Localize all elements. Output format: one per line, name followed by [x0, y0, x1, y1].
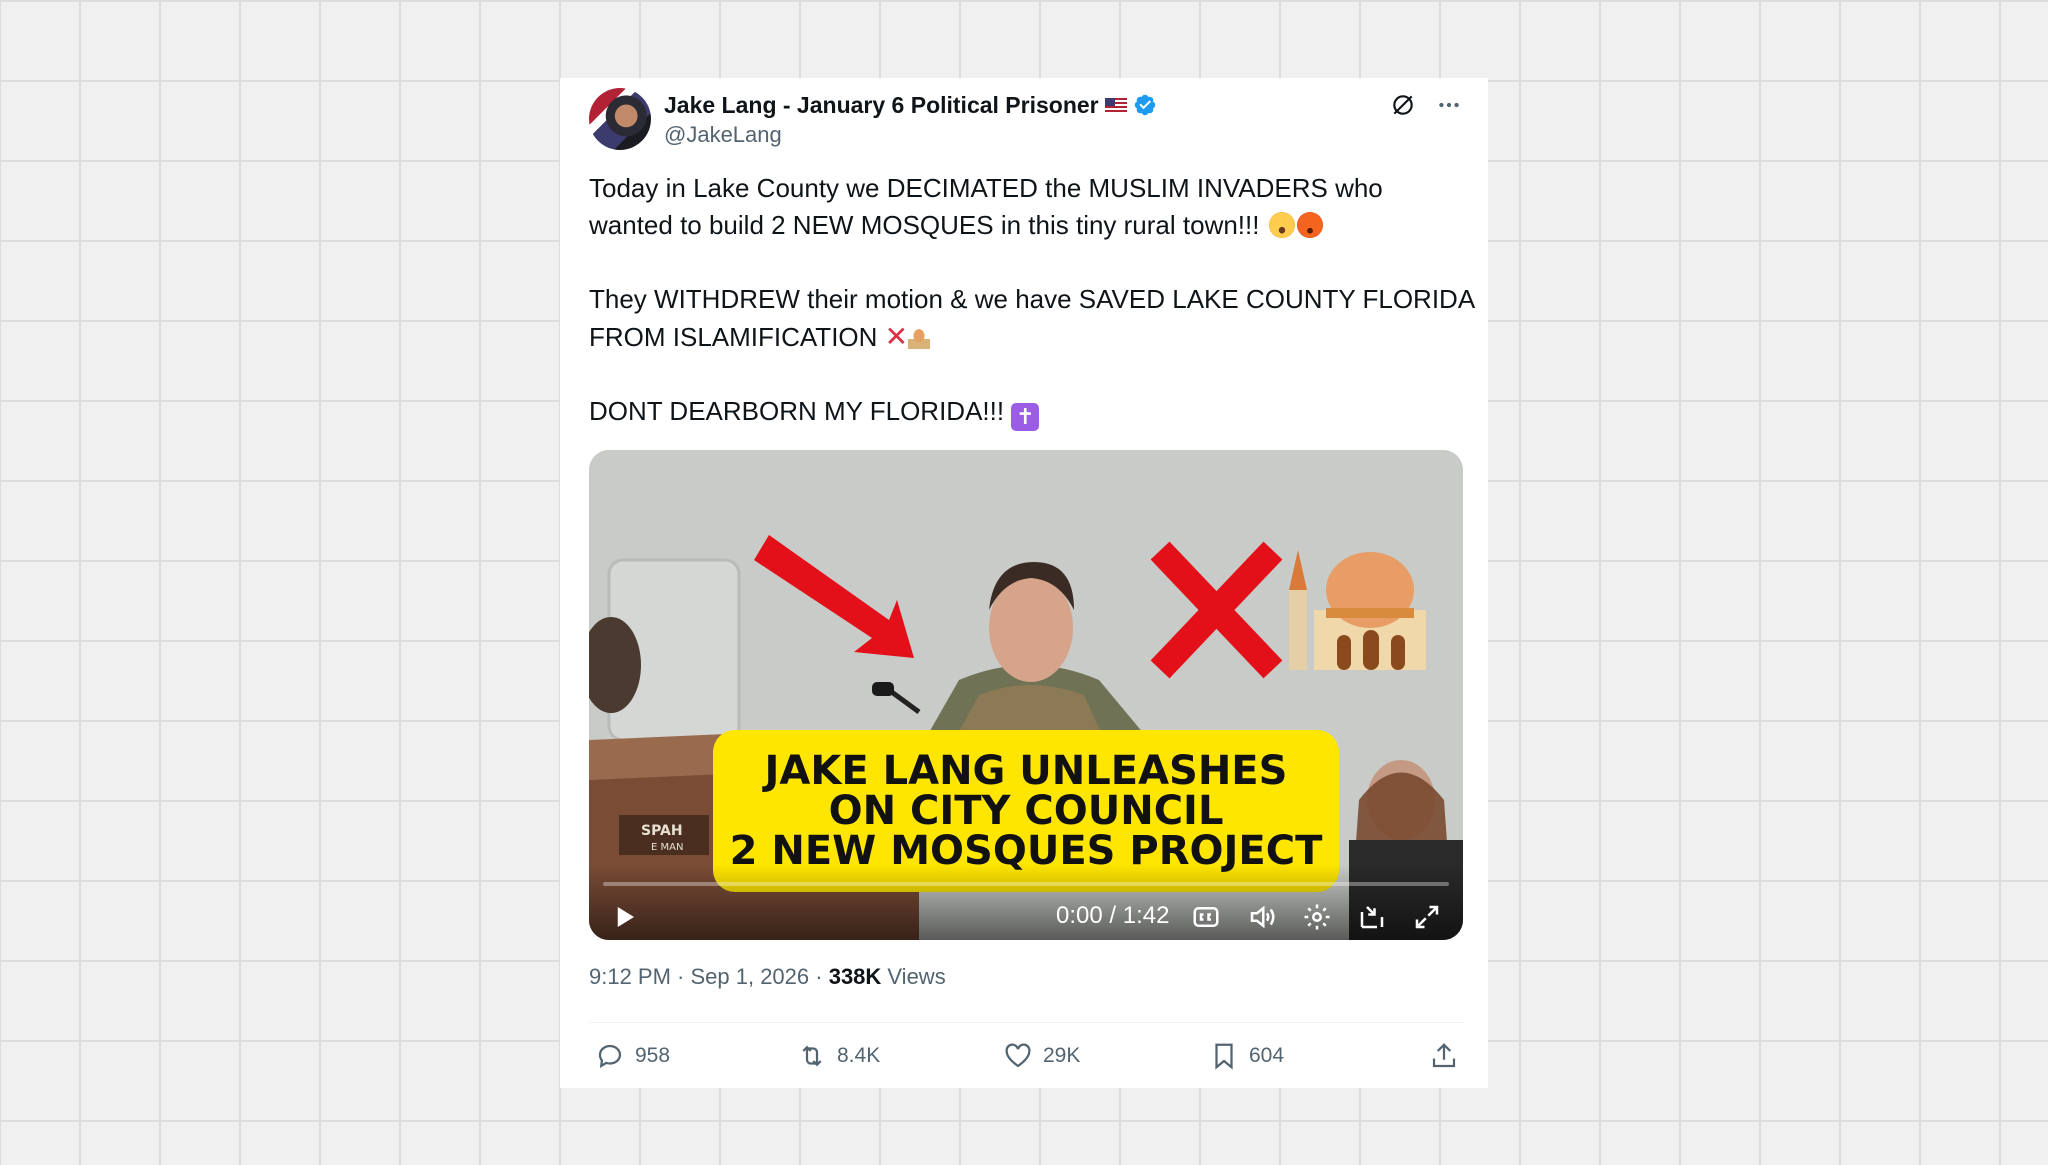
tweet-line: FROM ISLAMIFICATION: [589, 322, 878, 352]
video-progress-bar[interactable]: [603, 882, 1449, 886]
repost-icon: [802, 1045, 822, 1067]
red-x-emoji-icon: ✕: [884, 321, 909, 352]
repost-count: 8.4K: [837, 1044, 881, 1067]
grok-icon[interactable]: [1388, 90, 1418, 120]
settings-icon[interactable]: [1302, 902, 1332, 932]
captions-icon[interactable]: [1191, 902, 1221, 932]
tweet-line: DONT DEARBORN MY FLORIDA!!!: [589, 396, 1005, 426]
tweet-paragraph: They WITHDREW their motion & we have SAV…: [589, 281, 1475, 356]
repost-button[interactable]: 8.4K: [797, 1041, 880, 1071]
fullscreen-icon[interactable]: [1412, 902, 1442, 932]
tweet-meta: 9:12 PM · Sep 1, 2026 · 338K Views: [589, 964, 946, 990]
video-time: 0:00 / 1:42: [1056, 902, 1170, 929]
reply-icon: [598, 1044, 622, 1069]
pip-icon[interactable]: [1357, 902, 1387, 932]
tweet-line: They WITHDREW their motion & we have SAV…: [589, 284, 1476, 314]
verified-badge-icon: [1134, 94, 1155, 116]
reply-button[interactable]: 958: [595, 1041, 670, 1071]
tweet-timestamp[interactable]: 9:12 PM · Sep 1, 2026 ·: [589, 964, 829, 989]
bookmark-icon: [1215, 1043, 1233, 1070]
like-button[interactable]: 29K: [1003, 1041, 1080, 1071]
author-name[interactable]: Jake Lang - January 6 Political Prisoner: [664, 92, 1099, 119]
mosque-emoji-icon: [908, 327, 931, 349]
views-label: Views: [881, 964, 946, 989]
svg-text:E MAN: E MAN: [651, 842, 683, 853]
share-icon: [1432, 1043, 1456, 1068]
views-count: 338K: [828, 964, 882, 989]
video-controls: 0:00 / 1:42: [589, 864, 1463, 940]
tweet-paragraph: Today in Lake County we DECIMATED the MU…: [589, 170, 1469, 244]
banner-line: JAKE LANG UNLEASHES: [764, 748, 1288, 794]
bookmark-count: 604: [1249, 1044, 1285, 1067]
latin-cross-emoji-icon: ✝: [1011, 402, 1040, 431]
heart-icon: [1005, 1043, 1031, 1068]
tweet-card: Jake Lang - January 6 Political Prisoner…: [560, 78, 1488, 1088]
video-player[interactable]: SPAH E MAN JAKE LANG UNLEASHES ON CITY C…: [589, 450, 1463, 940]
tweet-line: wanted to build 2 NEW MOSQUES in this ti…: [589, 210, 1260, 240]
play-icon[interactable]: [609, 902, 639, 932]
tweet-text: Today in Lake County we DECIMATED the MU…: [589, 170, 1475, 468]
banner-line: ON CITY COUNCIL: [828, 788, 1224, 834]
share-button[interactable]: [1429, 1041, 1459, 1071]
svg-text:SPAH: SPAH: [641, 823, 683, 839]
us-flag-emoji-icon: [1104, 97, 1127, 113]
volume-icon[interactable]: [1247, 902, 1277, 932]
astonished-face-emoji-icon: [1268, 212, 1295, 238]
divider: [589, 1022, 1464, 1023]
reply-count: 958: [635, 1044, 671, 1067]
like-count: 29K: [1043, 1044, 1081, 1067]
tweet-top-actions: [1388, 90, 1464, 120]
author-avatar[interactable]: [589, 88, 651, 150]
author-handle[interactable]: @JakeLang: [664, 122, 782, 148]
tweet-paragraph: DONT DEARBORN MY FLORIDA!!! ✝: [589, 393, 1469, 431]
tweet-line: Today in Lake County we DECIMATED the MU…: [589, 173, 1383, 203]
author-name-row: Jake Lang - January 6 Political Prisoner: [664, 90, 1157, 120]
bookmark-button[interactable]: 604: [1209, 1041, 1284, 1071]
tweet-actions: 958 8.4K 29K 604: [589, 1041, 1469, 1081]
more-options-icon[interactable]: [1434, 90, 1464, 120]
angry-face-emoji-icon: [1296, 212, 1323, 238]
